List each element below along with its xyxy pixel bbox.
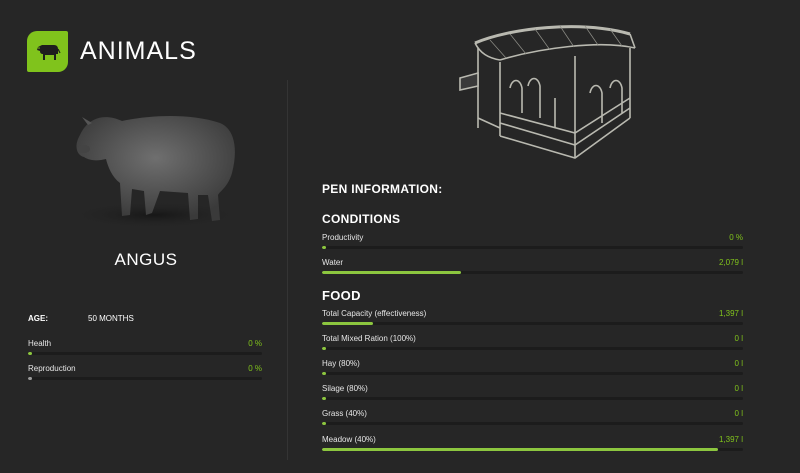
age-label: AGE:: [28, 314, 48, 323]
food-grass-value: 0 l: [734, 409, 743, 418]
food-total-capacity-label: Total Capacity (effectiveness): [322, 309, 427, 318]
water-value: 2,079 l: [718, 258, 743, 267]
health-value: 0 %: [248, 339, 262, 348]
food-grass-bar-fill: [322, 422, 326, 425]
productivity-bar-fill: [322, 246, 326, 249]
page-title: ANIMALS: [80, 37, 197, 65]
pen-image: [459, 25, 636, 159]
food-tmr-bar-fill: [322, 347, 326, 350]
food-total-capacity-bar-fill: [322, 322, 373, 325]
column-divider: [287, 80, 288, 460]
food-total-capacity-bar: [322, 322, 743, 325]
food-meadow-label: Meadow (40%): [322, 435, 376, 444]
animal-name: ANGUS: [114, 250, 178, 269]
food-silage-label: Silage (80%): [322, 384, 368, 393]
food-hay-bar: [322, 372, 743, 375]
food-tmr-bar: [322, 347, 743, 350]
water-bar: [322, 271, 743, 274]
age-value: 50 MONTHS: [88, 314, 134, 323]
food-tmr-label: Total Mixed Ration (100%): [322, 334, 416, 343]
food-silage-value: 0 l: [734, 384, 743, 393]
productivity-bar: [322, 246, 743, 249]
productivity-label: Productivity: [322, 233, 364, 242]
food-grass-label: Grass (40%): [322, 409, 367, 418]
food-meadow-bar: [322, 448, 743, 451]
health-bar: [28, 352, 262, 355]
conditions-heading: CONDITIONS: [322, 212, 401, 226]
pen-information-heading: PEN INFORMATION:: [322, 182, 443, 196]
food-heading: FOOD: [322, 288, 361, 303]
food-grass-bar: [322, 422, 743, 425]
water-bar-fill: [322, 271, 461, 274]
health-bar-fill: [28, 352, 32, 355]
food-hay-bar-fill: [322, 372, 326, 375]
reproduction-bar-fill: [28, 377, 32, 380]
food-total-capacity-value: 1,397 l: [718, 309, 743, 318]
food-meadow-bar-fill: [322, 448, 718, 451]
reproduction-label: Reproduction: [28, 364, 76, 373]
angus-cow-image: [65, 116, 245, 229]
productivity-value: 0 %: [729, 233, 743, 242]
app-icon: [27, 31, 68, 72]
water-label: Water: [322, 258, 344, 267]
cow-icon: [36, 44, 61, 60]
health-label: Health: [28, 339, 52, 348]
food-silage-bar-fill: [322, 397, 326, 400]
food-silage-bar: [322, 397, 743, 400]
food-tmr-value: 0 l: [734, 334, 743, 343]
food-meadow-value: 1,397 l: [718, 435, 743, 444]
reproduction-bar: [28, 377, 262, 380]
reproduction-value: 0 %: [248, 364, 262, 373]
food-hay-label: Hay (80%): [322, 359, 360, 368]
food-hay-value: 0 l: [734, 359, 743, 368]
